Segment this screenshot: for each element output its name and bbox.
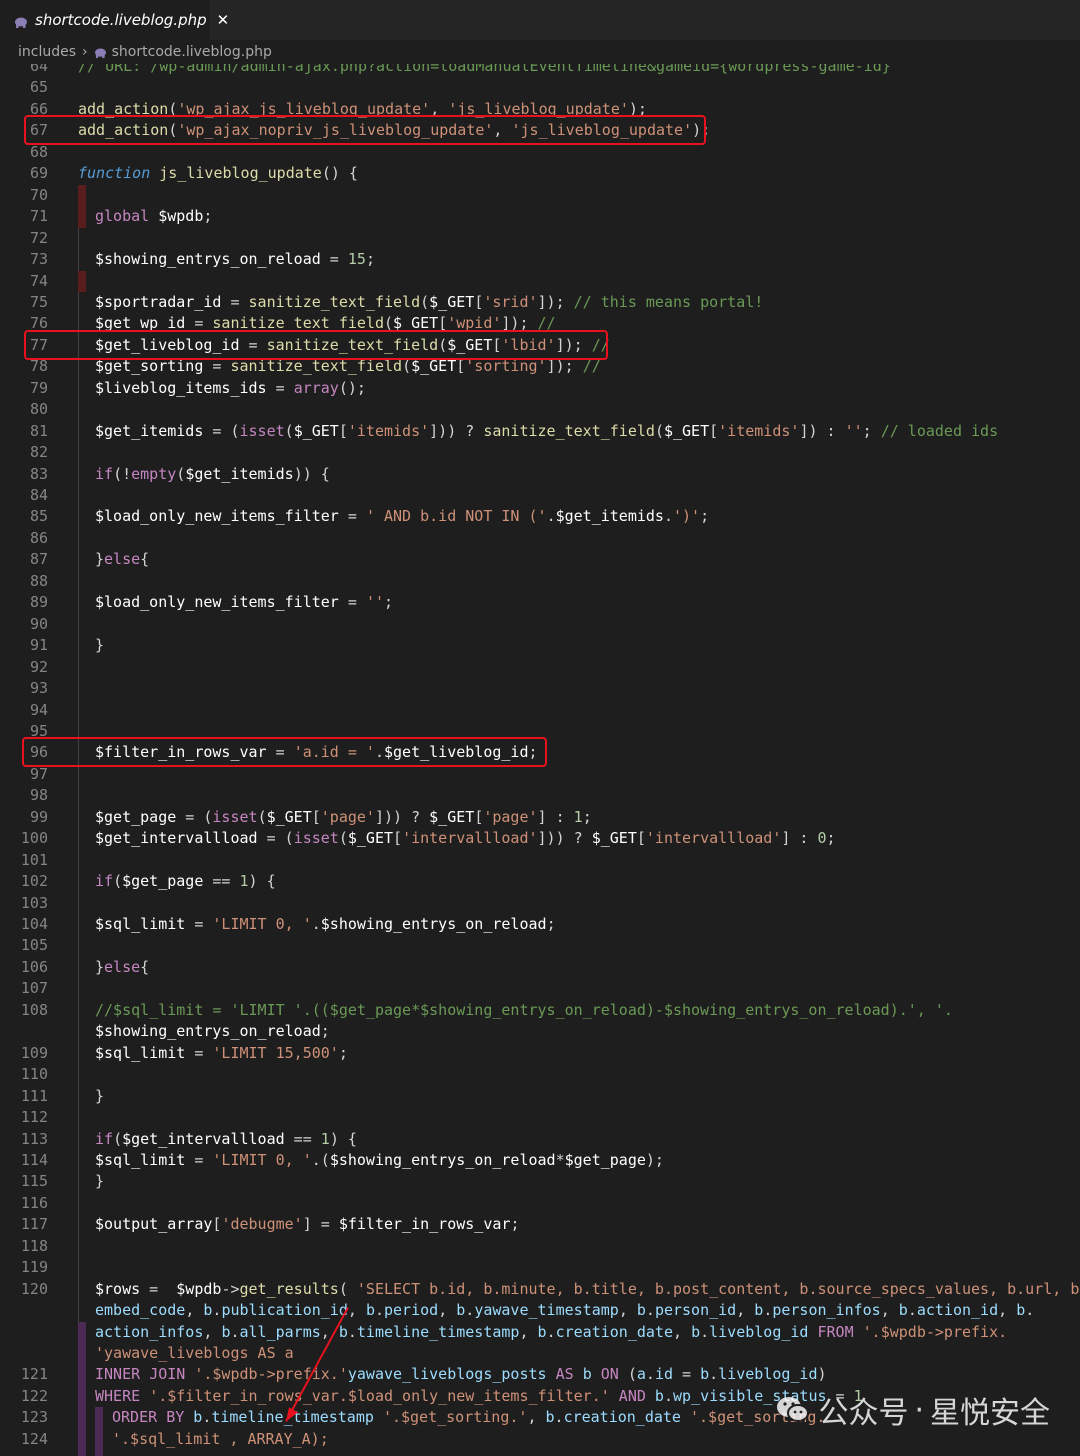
code-editor[interactable]: 64// URL: /wp-admin/admin-ajax.php?actio… <box>0 64 1080 1456</box>
tab-bar: shortcode.liveblog.php ✕ <box>0 0 1080 40</box>
breadcrumb: includes › shortcode.liveblog.php <box>0 40 1080 64</box>
close-icon[interactable]: ✕ <box>217 11 230 29</box>
tab-label: shortcode.liveblog.php <box>35 11 207 29</box>
red-arrow-icon <box>285 1307 349 1422</box>
php-elephant-icon <box>14 14 28 28</box>
watermark: 公众号 · 星悦安全 <box>774 1388 1050 1432</box>
php-elephant-icon <box>94 47 107 58</box>
watermark-dot: · <box>914 1392 924 1428</box>
chevron-right-icon: › <box>82 44 88 60</box>
watermark-platform: 公众号 <box>818 1396 909 1431</box>
breadcrumb-folder[interactable]: includes <box>18 44 76 60</box>
wechat-icon <box>774 1391 812 1429</box>
breadcrumb-file[interactable]: shortcode.liveblog.php <box>112 44 272 60</box>
editor-tab[interactable]: shortcode.liveblog.php ✕ <box>0 0 229 40</box>
watermark-name: 星悦安全 <box>930 1396 1050 1431</box>
